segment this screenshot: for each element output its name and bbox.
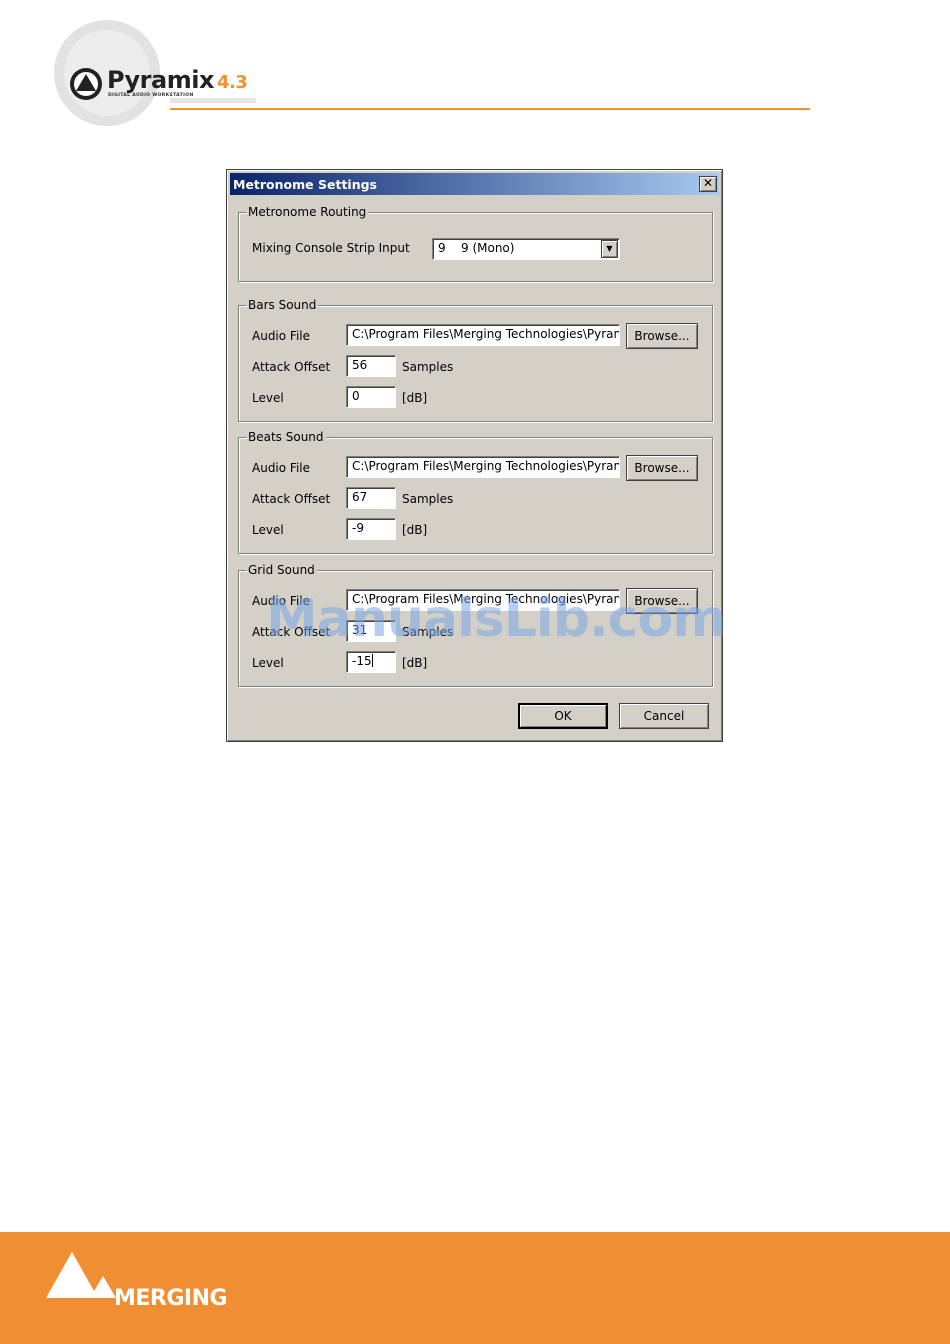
bars-level-input[interactable]: 0 (346, 386, 396, 408)
logo-tag-bar (170, 98, 256, 103)
beats-level-input[interactable]: -9 (346, 518, 396, 540)
cancel-button[interactable]: Cancel (619, 703, 709, 729)
beats-sound-group: Beats Sound Audio File C:\Program Files\… (238, 429, 713, 554)
dropdown-arrow-button[interactable]: ▼ (601, 240, 618, 258)
text-caret (371, 654, 373, 667)
bars-audio-file-input[interactable]: C:\Program Files\Merging Technologies\Py… (346, 324, 620, 346)
header-rule (170, 108, 810, 110)
strip-input-number: 9 (438, 241, 446, 255)
grid-audio-file-input[interactable]: C:\Program Files\Merging Technologies\Py… (346, 589, 620, 611)
beats-attack-offset-input[interactable]: 67 (346, 487, 396, 509)
metronome-routing-group: Metronome Routing Mixing Console Strip I… (238, 204, 713, 282)
attack-offset-label: Attack Offset (252, 625, 331, 639)
close-button[interactable]: ✕ (699, 176, 717, 192)
bars-browse-button[interactable]: Browse... (626, 323, 698, 349)
attack-offset-label: Attack Offset (252, 360, 331, 374)
beats-browse-button[interactable]: Browse... (626, 455, 698, 481)
group-legend: Bars Sound (246, 297, 319, 313)
level-unit: [dB] (402, 523, 428, 537)
grid-level-input[interactable]: -15 (346, 651, 396, 673)
ok-button[interactable]: OK (518, 703, 608, 729)
bars-sound-group: Bars Sound Audio File C:\Program Files\M… (238, 297, 713, 422)
grid-attack-offset-input[interactable]: 31 (346, 620, 396, 642)
strip-input-value: 9 (Mono) (461, 241, 515, 255)
grid-level-value: -15 (352, 654, 372, 668)
footer-brand: MERGING (114, 1286, 228, 1311)
dialog-title: Metronome Settings (233, 177, 377, 192)
bars-attack-offset-input[interactable]: 56 (346, 355, 396, 377)
chevron-down-icon: ▼ (606, 244, 613, 253)
metronome-settings-dialog: Metronome Settings ✕ Metronome Routing M… (226, 169, 723, 742)
attack-offset-unit: Samples (402, 360, 454, 374)
level-label: Level (252, 656, 284, 670)
attack-offset-label: Attack Offset (252, 492, 331, 506)
version-label: 4.3 (216, 72, 248, 93)
group-legend: Grid Sound (246, 562, 317, 578)
grid-browse-button[interactable]: Browse... (626, 588, 698, 614)
dialog-titlebar[interactable]: Metronome Settings ✕ (230, 173, 719, 195)
strip-input-label: Mixing Console Strip Input (252, 241, 410, 255)
audio-file-label: Audio File (252, 594, 311, 608)
level-unit: [dB] (402, 656, 428, 670)
close-icon: ✕ (702, 176, 714, 190)
level-label: Level (252, 523, 284, 537)
page-footer: MERGING (0, 1232, 950, 1344)
audio-file-label: Audio File (252, 329, 311, 343)
audio-file-label: Audio File (252, 461, 311, 475)
level-label: Level (252, 391, 284, 405)
level-unit: [dB] (402, 391, 428, 405)
strip-input-display[interactable]: 9 9 (Mono) (432, 238, 620, 260)
attack-offset-unit: Samples (402, 492, 454, 506)
merging-logo-icon (46, 1252, 116, 1298)
strip-input-select[interactable]: 9 9 (Mono) ▼ (432, 238, 620, 260)
grid-sound-group: Grid Sound Audio File C:\Program Files\M… (238, 562, 713, 687)
group-legend: Beats Sound (246, 429, 326, 445)
pyramix-logo-icon (70, 68, 102, 100)
group-legend: Metronome Routing (246, 204, 369, 220)
attack-offset-unit: Samples (402, 625, 454, 639)
beats-audio-file-input[interactable]: C:\Program Files\Merging Technologies\Py… (346, 456, 620, 478)
